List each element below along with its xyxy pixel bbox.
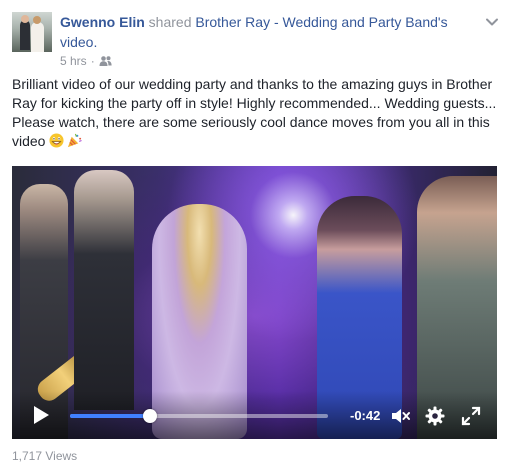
settings-icon[interactable] xyxy=(425,406,445,426)
fullscreen-icon[interactable] xyxy=(461,406,481,426)
party-popper-emoji xyxy=(68,133,82,148)
page-name-link[interactable]: Brother Ray - Wedding and Party Band's xyxy=(195,14,447,30)
avatar-figure-groom xyxy=(20,20,30,50)
message-text: Brilliant video of our wedding party and… xyxy=(12,76,497,149)
play-icon[interactable] xyxy=(32,405,50,425)
author-avatar[interactable] xyxy=(12,12,52,52)
meta-separator: · xyxy=(90,54,95,68)
feed-post: Gwenno Elin shared Brother Ray - Wedding… xyxy=(0,0,507,467)
mute-icon[interactable] xyxy=(390,406,410,426)
friends-icon[interactable] xyxy=(99,55,112,67)
post-meta: 5 hrs · xyxy=(60,53,112,69)
avatar-figure-bride xyxy=(31,22,44,52)
video-band-member xyxy=(74,170,134,410)
view-count: 1,717 Views xyxy=(12,449,78,463)
video-player[interactable]: -0:42 xyxy=(12,166,497,439)
progress-handle[interactable] xyxy=(142,409,157,423)
chevron-down-icon[interactable] xyxy=(485,15,499,29)
video-controls: -0:42 xyxy=(12,391,497,439)
progress-fill xyxy=(70,414,150,418)
time-remaining: -0:42 xyxy=(350,408,381,423)
action-text: shared xyxy=(148,14,192,30)
post-message: Brilliant video of our wedding party and… xyxy=(12,75,497,151)
page-name-possessive: 's xyxy=(437,14,448,30)
post-headline: Gwenno Elin shared Brother Ray - Wedding… xyxy=(60,12,460,52)
avatar-head-groom xyxy=(21,15,29,23)
shared-object-link[interactable]: video. xyxy=(60,34,97,50)
avatar-head-bride xyxy=(33,16,41,24)
author-name-link[interactable]: Gwenno Elin xyxy=(60,14,145,30)
progress-track[interactable] xyxy=(70,409,328,423)
page-name-text: Brother Ray - Wedding and Party Band xyxy=(195,14,438,30)
timestamp-link[interactable]: 5 hrs xyxy=(60,53,87,69)
grinning-face-emoji xyxy=(49,133,64,148)
